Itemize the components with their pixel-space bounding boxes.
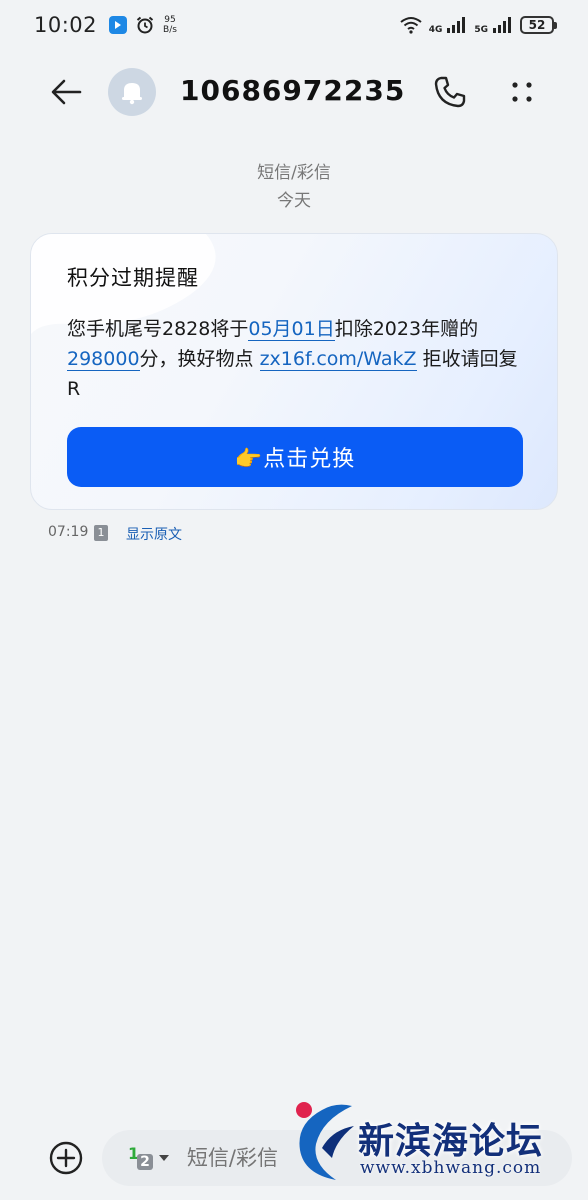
url-link[interactable]: zx16f.com/WakZ: [259, 348, 417, 371]
signal1-icon: [447, 17, 466, 33]
compose-bar: 1 2: [0, 1120, 588, 1200]
bell-icon: [122, 83, 142, 105]
date-separator: 今天: [277, 191, 311, 211]
back-arrow-icon[interactable]: [46, 74, 86, 110]
message-card[interactable]: 积分过期提醒 您手机尾号2828将于05月01日扣除2023年赠的 298000…: [30, 233, 558, 510]
wifi-icon: [400, 17, 422, 34]
message-text: 分，换好物点: [139, 348, 260, 370]
contact-number[interactable]: 10686972235...: [180, 74, 408, 114]
status-time: 10:02: [34, 13, 98, 37]
net-speed-value: 95: [164, 15, 176, 25]
conversation-header: 10686972235...: [0, 60, 588, 124]
points-link[interactable]: 298000: [67, 348, 140, 371]
status-right-icons: 4G 5G 52: [399, 15, 557, 35]
phone-icon[interactable]: [432, 74, 468, 110]
message-time: 07:19: [48, 524, 89, 540]
app-notification-icon: [109, 16, 128, 34]
status-left-icons: 95 B/s: [109, 15, 177, 35]
add-circle-icon[interactable]: [48, 1140, 84, 1176]
net-speed-unit: B/s: [163, 25, 177, 35]
message-type-label: 短信/彩信: [257, 163, 331, 183]
message-text: 扣除2023年赠的: [334, 318, 479, 340]
chevron-down-icon: [158, 1155, 169, 1161]
signal1-label: 4G: [428, 25, 443, 35]
sim-secondary: 2: [137, 1154, 153, 1170]
message-text: 您手机尾号2828将于: [67, 318, 249, 340]
status-bar: 10:02 95 B/s 4G 5G 52: [0, 0, 588, 50]
redeem-button[interactable]: 👉点击兑换: [67, 427, 523, 487]
date-link[interactable]: 05月01日: [248, 318, 335, 341]
compose-input-wrapper[interactable]: 1 2: [102, 1130, 572, 1186]
message-title: 积分过期提醒: [67, 266, 199, 290]
alarm-icon: [136, 16, 154, 34]
message-body: 您手机尾号2828将于05月01日扣除2023年赠的 298000分，换好物点 …: [67, 314, 527, 404]
sim-badge: 1: [94, 525, 108, 541]
sim-selector[interactable]: 1 2: [128, 1144, 169, 1170]
signal2-icon: [493, 17, 511, 33]
show-original-link[interactable]: 显示原文: [126, 524, 182, 544]
message-input[interactable]: [186, 1146, 387, 1170]
net-speed: 95 B/s: [163, 15, 177, 35]
more-vertical-icon[interactable]: [504, 74, 540, 110]
contact-avatar[interactable]: [108, 68, 156, 116]
battery-indicator: 52: [520, 16, 557, 34]
signal2-label: 5G: [474, 25, 488, 35]
